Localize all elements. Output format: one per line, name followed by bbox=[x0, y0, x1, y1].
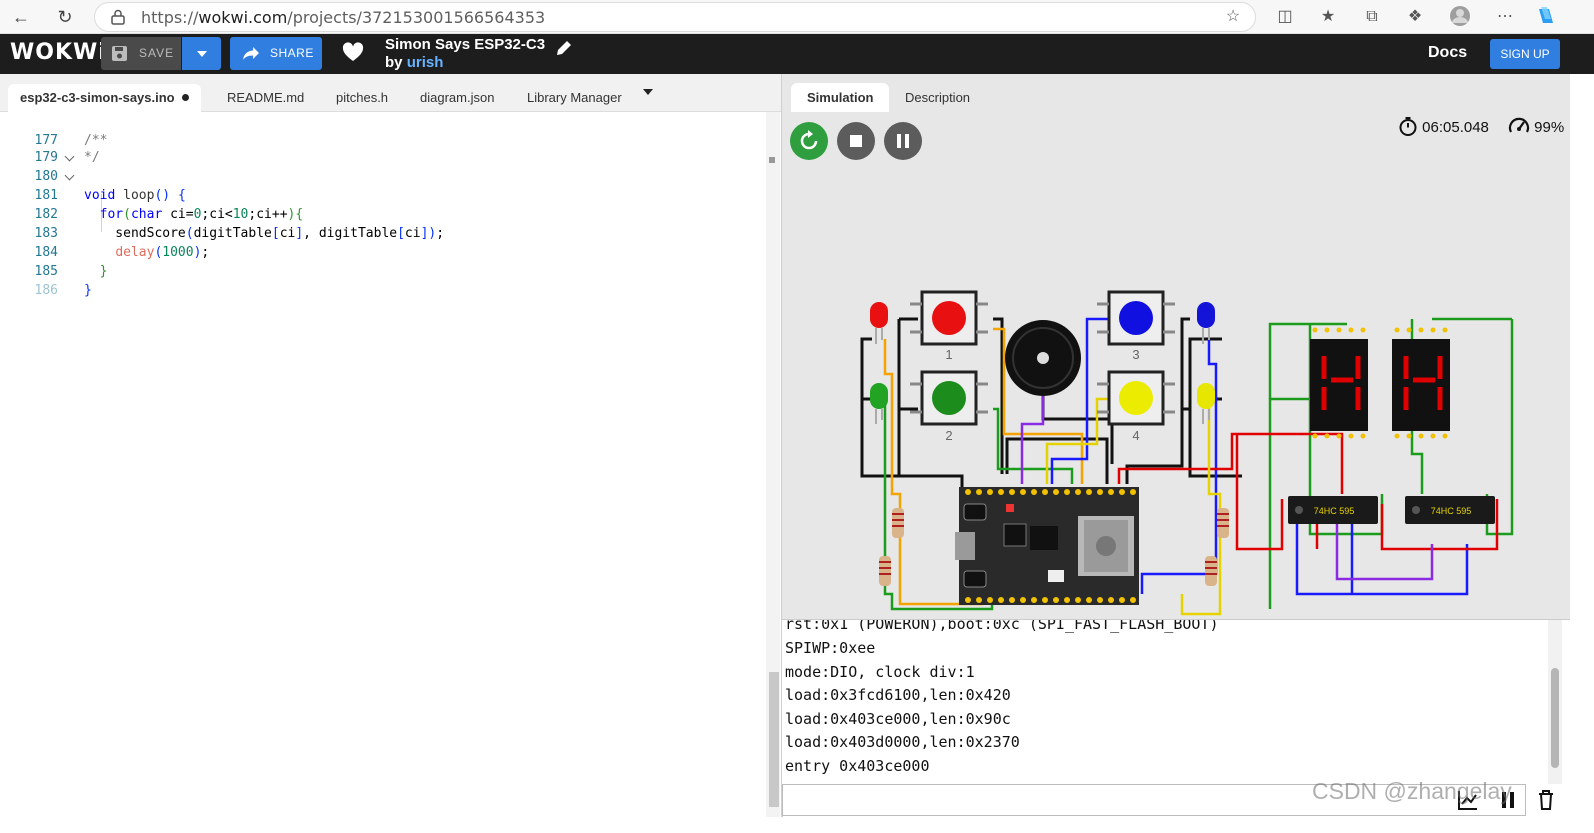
button-label: 2 bbox=[945, 428, 952, 443]
editor-tabs: esp32-c3-simon-says.ino README.md pitche… bbox=[0, 74, 782, 112]
signup-button[interactable]: SIGN UP bbox=[1490, 39, 1560, 69]
docs-link[interactable]: Docs bbox=[1428, 44, 1467, 62]
resistor[interactable] bbox=[892, 508, 904, 538]
save-dropdown-button[interactable] bbox=[182, 37, 221, 70]
serial-line: SPIWP:0xee bbox=[785, 639, 876, 657]
chevron-down-icon bbox=[196, 50, 207, 57]
led-yellow[interactable] bbox=[1197, 383, 1215, 424]
refresh-icon[interactable]: ↻ bbox=[52, 4, 78, 30]
tab-diagram[interactable]: diagram.json bbox=[408, 84, 506, 112]
code-line: 185 } bbox=[34, 264, 92, 298]
fold-chevron-icon[interactable] bbox=[64, 151, 75, 162]
favorite-star-icon[interactable]: ☆ bbox=[1221, 5, 1245, 29]
browser-toolbar: ← ↻ https://wokwi.com/projects/372153001… bbox=[0, 0, 1594, 34]
author-link[interactable]: urish bbox=[407, 54, 444, 71]
code-text: } bbox=[84, 283, 92, 298]
serial-line: load:0x3fcd6100,len:0x420 bbox=[785, 686, 1011, 704]
serial-line: mode:DIO, clock div:1 bbox=[785, 663, 975, 681]
window-edge bbox=[1570, 74, 1594, 817]
code-line: 183 delay(1000); bbox=[34, 226, 210, 260]
tab-pitches[interactable]: pitches.h bbox=[324, 84, 400, 112]
seven-segment-display[interactable] bbox=[1392, 327, 1450, 439]
extensions-icon[interactable]: ❖ bbox=[1403, 5, 1427, 29]
code-line: 182 sendScore(digitTable[ci], digitTable… bbox=[34, 207, 445, 241]
pushbutton-red[interactable] bbox=[910, 290, 988, 346]
resistor[interactable] bbox=[879, 556, 891, 586]
share-button[interactable]: SHARE bbox=[230, 37, 322, 70]
button-label: 1 bbox=[945, 347, 952, 362]
more-menu-icon[interactable]: ⋯ bbox=[1493, 5, 1517, 29]
wokwi-header: WOKWi SAVE SHARE Simon Says ESP32-C3 by … bbox=[0, 34, 1594, 74]
chip-label: 74HC 595 bbox=[1431, 506, 1472, 516]
resistor[interactable] bbox=[1205, 556, 1217, 586]
pushbutton-yellow[interactable] bbox=[1097, 370, 1175, 426]
edit-pencil-icon[interactable] bbox=[554, 38, 574, 58]
heart-icon[interactable] bbox=[342, 42, 364, 64]
code-line: 180 void loop() { bbox=[0, 148, 760, 203]
chip-label: 74HC 595 bbox=[1314, 506, 1355, 516]
esp32-c3-board[interactable] bbox=[955, 487, 1139, 605]
serial-line: rst:0x1 (POWERON),boot:0xc (SPI_FAST_FLA… bbox=[785, 619, 1219, 633]
led-red[interactable] bbox=[870, 302, 888, 344]
collections-icon[interactable]: ⧉ bbox=[1360, 5, 1384, 29]
code-line: 179 */ bbox=[34, 150, 100, 165]
simulation-pane: Simulation Description 06:05.048 99% 1 2… bbox=[782, 74, 1570, 619]
shift-register-chip[interactable]: 74HC 595 bbox=[1288, 496, 1378, 524]
serial-scrollbar[interactable] bbox=[1548, 620, 1562, 784]
serial-scrollbar-thumb[interactable] bbox=[1551, 668, 1559, 768]
serial-line: load:0x403ce000,len:0x90c bbox=[785, 710, 1011, 728]
editor-scrollbar[interactable] bbox=[766, 112, 780, 817]
wokwi-logo[interactable]: WOKWi bbox=[10, 40, 107, 65]
tab-library-manager[interactable]: Library Manager bbox=[515, 84, 634, 112]
serial-line: load:0x403d0000,len:0x2370 bbox=[785, 733, 1020, 751]
serial-monitor[interactable]: rst:0x1 (POWERON),boot:0xc (SPI_FAST_FLA… bbox=[782, 619, 1570, 784]
resistor[interactable] bbox=[1217, 508, 1229, 538]
pushbutton-blue[interactable] bbox=[1097, 290, 1175, 346]
share-icon bbox=[243, 47, 259, 60]
favorites-icon[interactable]: ★ bbox=[1316, 5, 1340, 29]
clear-serial-icon[interactable] bbox=[1534, 788, 1558, 812]
button-label: 4 bbox=[1132, 428, 1139, 443]
pushbutton-green[interactable] bbox=[910, 370, 988, 426]
split-screen-icon[interactable]: ◫ bbox=[1273, 5, 1297, 29]
code-line: 184 } bbox=[34, 245, 108, 279]
circuit-diagram[interactable]: 1 2 3 4 74HC 595 74HC 595 bbox=[782, 74, 1570, 619]
tab-readme[interactable]: README.md bbox=[215, 84, 316, 112]
fold-chevron-icon[interactable] bbox=[64, 170, 75, 181]
copilot-icon[interactable] bbox=[1534, 5, 1558, 29]
seven-segment-display[interactable] bbox=[1310, 327, 1368, 439]
watermark: CSDN @zhangelay bbox=[1312, 778, 1512, 804]
button-label: 3 bbox=[1132, 347, 1139, 362]
lock-icon bbox=[111, 9, 125, 25]
serial-line: entry 0x403ce000 bbox=[785, 757, 930, 775]
save-icon bbox=[112, 46, 127, 61]
profile-avatar[interactable] bbox=[1448, 5, 1472, 29]
tabs-dropdown-icon[interactable] bbox=[643, 89, 653, 95]
back-icon[interactable]: ← bbox=[8, 4, 34, 30]
project-title: Simon Says ESP32-C3 bbox=[385, 36, 546, 53]
code-editor[interactable]: 177/** 179 */ 180 void loop() { 181 for(c… bbox=[0, 112, 782, 817]
save-button[interactable]: SAVE bbox=[101, 37, 181, 70]
project-author: by urish bbox=[385, 54, 444, 71]
editor-scrollbar-thumb[interactable] bbox=[769, 672, 779, 807]
address-bar[interactable]: https://wokwi.com/projects/3721530015665… bbox=[94, 2, 1256, 32]
url-text: https://wokwi.com/projects/3721530015665… bbox=[141, 8, 546, 27]
unsaved-dot-icon bbox=[181, 94, 189, 101]
code-line: 186 bbox=[34, 283, 58, 298]
tab-ino-file[interactable]: esp32-c3-simon-says.ino bbox=[8, 84, 201, 112]
code-line: 181 for(char ci=0;ci<10;ci++){ bbox=[0, 167, 760, 222]
shift-register-chip[interactable]: 74HC 595 bbox=[1405, 496, 1495, 524]
buzzer[interactable] bbox=[1005, 320, 1081, 396]
